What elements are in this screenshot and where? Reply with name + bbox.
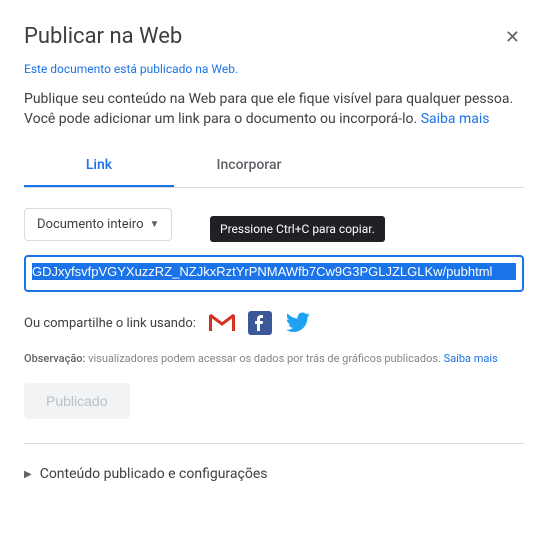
publish-status-link[interactable]: Este documento está publicado na Web. xyxy=(24,62,524,76)
share-icons xyxy=(208,312,312,334)
tabs: Link Incorporar xyxy=(24,145,524,188)
dialog-description: Publique seu conteúdo na Web para que el… xyxy=(24,90,524,129)
chevron-down-icon: ▼ xyxy=(150,219,160,230)
tab-link[interactable]: Link xyxy=(24,145,174,187)
tab-panel-link: Documento inteiro ▼ Pressione Ctrl+C par… xyxy=(24,188,524,486)
facebook-icon[interactable] xyxy=(246,312,274,334)
learn-more-link[interactable]: Saiba mais xyxy=(421,111,490,127)
close-icon: ✕ xyxy=(505,27,520,47)
chevron-right-icon: ▶ xyxy=(24,469,32,480)
published-link-text: GDJxyfsvfpVGYXuzzRZ_NZJkxRztYrPNMAWfb7Cw… xyxy=(32,263,516,280)
note-learn-more-link[interactable]: Saiba mais xyxy=(444,352,498,365)
tab-embed[interactable]: Incorporar xyxy=(174,145,324,187)
expand-settings[interactable]: ▶ Conteúdo publicado e configurações xyxy=(24,462,524,486)
share-row: Ou compartilhe o link usando: xyxy=(24,312,524,334)
dialog-title: Publicar na Web xyxy=(24,24,182,49)
copy-tooltip: Pressione Ctrl+C para copiar. xyxy=(210,216,385,242)
publish-dialog: Publicar na Web ✕ Este documento está pu… xyxy=(0,0,548,502)
expand-label: Conteúdo publicado e configurações xyxy=(40,466,268,482)
twitter-icon[interactable] xyxy=(284,312,312,334)
content-scope-dropdown[interactable]: Documento inteiro ▼ xyxy=(24,208,172,241)
note-text: visualizadores podem acessar os dados po… xyxy=(85,352,443,365)
gmail-icon[interactable] xyxy=(208,312,236,334)
divider xyxy=(24,443,524,444)
dialog-header: Publicar na Web ✕ xyxy=(24,24,524,50)
note-label: Observação: xyxy=(24,352,85,365)
published-link-field[interactable]: GDJxyfsvfpVGYXuzzRZ_NZJkxRztYrPNMAWfb7Cw… xyxy=(24,255,524,292)
dropdown-label: Documento inteiro xyxy=(37,217,144,232)
published-button: Publicado xyxy=(24,383,130,419)
share-label: Ou compartilhe o link usando: xyxy=(24,316,196,331)
close-button[interactable]: ✕ xyxy=(501,24,524,50)
observation-note: Observação: visualizadores podem acessar… xyxy=(24,352,524,365)
